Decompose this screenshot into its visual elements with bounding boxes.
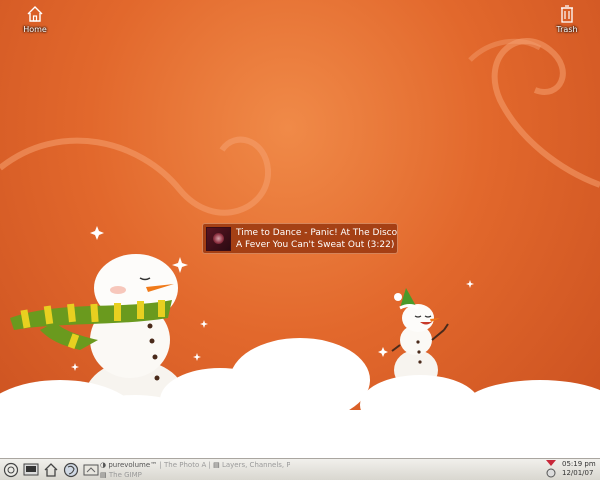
desktop[interactable]: Home Trash Time to Dance - Panic! At The… bbox=[0, 0, 600, 458]
clock-time: 05:19 pm bbox=[562, 460, 596, 468]
task-gimp[interactable]: The GIMP bbox=[109, 471, 142, 479]
now-playing-notification[interactable]: Time to Dance - Panic! At The Disco A Fe… bbox=[202, 223, 398, 254]
home-icon bbox=[27, 6, 43, 22]
taskbar: ◑ purevolume™ | The Photo A | ▤ Layers, … bbox=[0, 458, 600, 480]
task-layers[interactable]: Layers, Channels, Paths, Ur bbox=[222, 461, 290, 469]
launcher-terminal[interactable] bbox=[22, 461, 39, 478]
browser-icon bbox=[63, 462, 78, 477]
layers-icon: ▤ bbox=[213, 461, 220, 469]
album-art-icon bbox=[206, 227, 231, 251]
task-purevolume[interactable]: purevolume™ bbox=[108, 461, 157, 469]
desktop-icon-home-label: Home bbox=[23, 25, 47, 34]
terminal-icon bbox=[23, 463, 38, 475]
desktop-icon-home[interactable]: Home bbox=[5, 4, 65, 34]
now-playing-album: A Fever You Can't Sweat Out (3:22) bbox=[236, 240, 395, 250]
task-row-top: ◑ purevolume™ | The Photo A | ▤ Layers, … bbox=[100, 461, 290, 469]
launcher-gimp[interactable] bbox=[82, 461, 99, 478]
start-menu-button[interactable] bbox=[2, 461, 19, 478]
task-photo[interactable]: The Photo A bbox=[164, 461, 206, 469]
home-icon bbox=[44, 462, 57, 477]
network-icon bbox=[545, 459, 556, 477]
swirl-right bbox=[491, 37, 600, 188]
gimp-icon: ▤ bbox=[100, 471, 107, 479]
tray-network[interactable] bbox=[542, 459, 559, 477]
browser-icon: ◑ bbox=[100, 461, 107, 469]
clock-date: 12/01/07 bbox=[562, 469, 594, 477]
launcher-home[interactable] bbox=[42, 461, 59, 478]
trash-icon bbox=[561, 5, 573, 23]
gimp-icon bbox=[83, 464, 98, 475]
desktop-icon-trash[interactable]: Trash bbox=[537, 4, 597, 34]
task-row-bottom: ▤ The GIMP bbox=[100, 471, 220, 479]
launcher-browser[interactable] bbox=[62, 461, 79, 478]
snow-ground bbox=[0, 338, 600, 458]
clock[interactable]: 05:19 pm 12/01/07 bbox=[562, 460, 596, 478]
menu-icon bbox=[3, 462, 18, 477]
desktop-icon-trash-label: Trash bbox=[556, 25, 578, 34]
small-snowman bbox=[391, 288, 449, 390]
swirl-left bbox=[0, 136, 272, 216]
now-playing-title: Time to Dance - Panic! At The Disco bbox=[236, 228, 398, 238]
